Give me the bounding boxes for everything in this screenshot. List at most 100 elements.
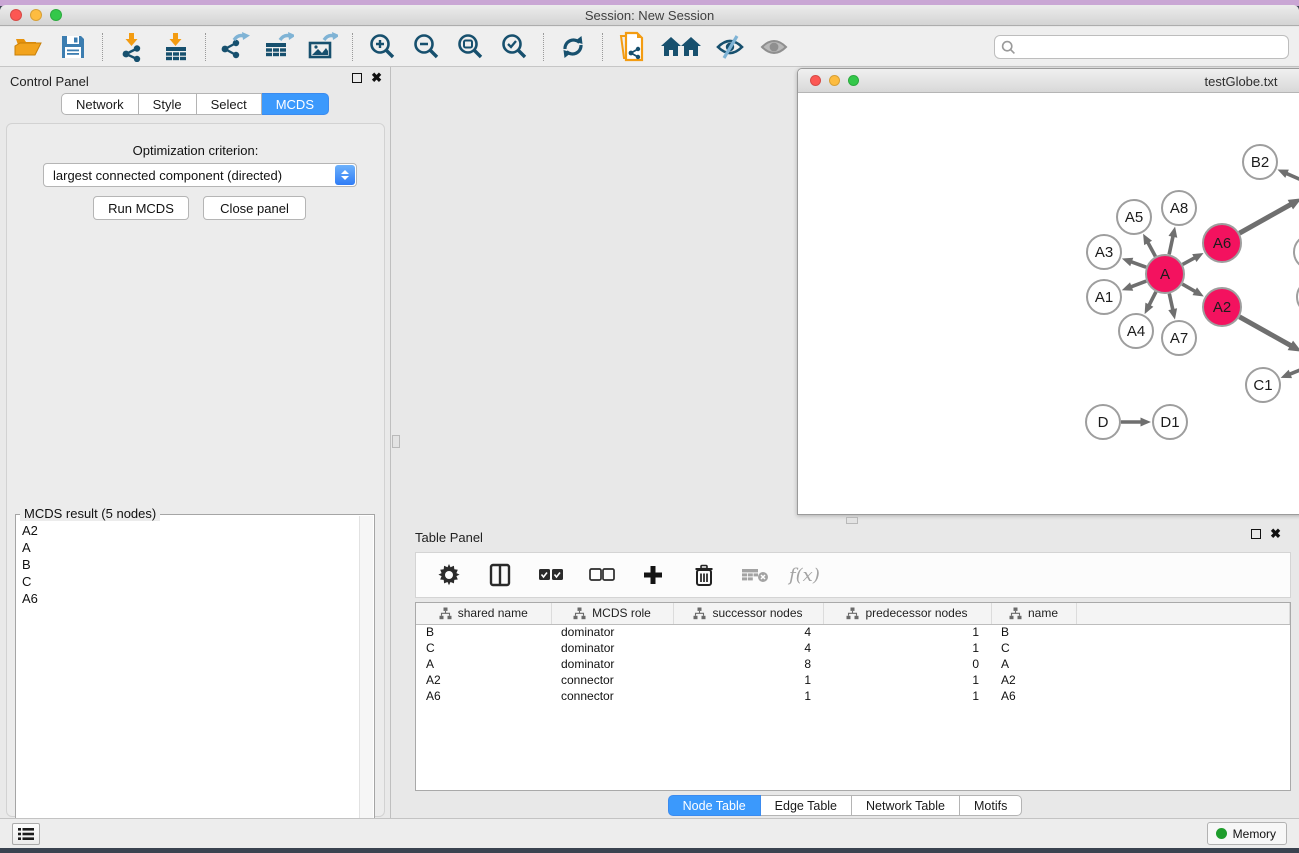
column-header[interactable]: successor nodes xyxy=(673,603,823,624)
graph-node-A2[interactable]: A2 xyxy=(1203,288,1241,326)
tab-network[interactable]: Network xyxy=(61,93,139,115)
table-row[interactable]: Cdominator41C xyxy=(416,640,1290,656)
import-table-button[interactable] xyxy=(159,31,193,63)
graph-edge[interactable] xyxy=(1182,284,1196,292)
graph-node-A5[interactable]: A5 xyxy=(1117,200,1151,234)
graph-edge[interactable] xyxy=(1130,261,1146,267)
zoom-selected-button[interactable] xyxy=(497,31,531,63)
export-image-button[interactable] xyxy=(306,31,340,63)
result-item[interactable]: A6 xyxy=(17,592,359,609)
import-network-icon xyxy=(118,32,146,62)
refresh-layout-button[interactable] xyxy=(556,31,590,63)
graph-node-A7[interactable]: A7 xyxy=(1162,321,1196,355)
result-item[interactable]: A xyxy=(17,541,359,558)
graph-edge[interactable] xyxy=(1285,173,1299,180)
network-graph-canvas[interactable]: B4B2BB3A8A5A6A3B1AA1C2A2A4A7C4CC1DD1C3 xyxy=(799,93,1299,514)
zoom-out-button[interactable] xyxy=(409,31,443,63)
column-header[interactable]: predecessor nodes xyxy=(823,603,991,624)
tab-network-table[interactable]: Network Table xyxy=(852,795,960,816)
result-scrollbar[interactable] xyxy=(359,516,373,848)
graph-edge[interactable] xyxy=(1169,235,1173,255)
tab-node-table[interactable]: Node Table xyxy=(668,795,761,816)
network-window-titlebar[interactable]: testGlobe.txt xyxy=(798,69,1299,93)
column-layout-button[interactable] xyxy=(483,559,517,591)
close-table-panel-icon[interactable]: ✖ xyxy=(1270,529,1281,539)
close-panel-button[interactable]: Close panel xyxy=(203,196,306,220)
optimization-criterion-select[interactable]: largest connected component (directed) xyxy=(43,163,357,187)
column-header[interactable]: shared name xyxy=(416,603,551,624)
gear-icon xyxy=(437,563,461,587)
zoom-fit-icon xyxy=(456,33,484,61)
table-row[interactable]: Adominator80A xyxy=(416,656,1290,672)
mcds-result-list[interactable]: A2ABCA6 xyxy=(17,516,359,848)
zoom-in-button[interactable] xyxy=(365,31,399,63)
result-item[interactable]: A2 xyxy=(17,524,359,541)
graph-node-D1[interactable]: D1 xyxy=(1153,405,1187,439)
result-item[interactable]: B xyxy=(17,558,359,575)
column-header[interactable]: MCDS role xyxy=(551,603,673,624)
tab-style[interactable]: Style xyxy=(139,93,197,115)
export-network-button[interactable] xyxy=(218,31,252,63)
delete-column-button[interactable] xyxy=(687,559,721,591)
search-input[interactable] xyxy=(994,35,1289,59)
eye-slash-icon xyxy=(715,34,745,60)
graph-edge[interactable] xyxy=(1147,241,1155,256)
delete-table-button[interactable] xyxy=(738,559,772,591)
select-all-rows-button[interactable] xyxy=(534,559,568,591)
float-table-panel-icon[interactable] xyxy=(1251,529,1261,539)
table-row[interactable]: Bdominator41B xyxy=(416,624,1290,640)
open-file-button[interactable] xyxy=(12,31,46,63)
float-panel-icon[interactable] xyxy=(352,73,362,83)
table-row[interactable]: A6connector11A6 xyxy=(416,688,1290,704)
graph-node-A3[interactable]: A3 xyxy=(1087,235,1121,269)
show-selected-button[interactable] xyxy=(757,31,791,63)
svg-text:B2: B2 xyxy=(1251,154,1269,171)
graph-node-A8[interactable]: A8 xyxy=(1162,191,1196,225)
new-session-from-network-button[interactable] xyxy=(615,31,649,63)
graph-edge[interactable] xyxy=(1130,281,1147,287)
export-table-button[interactable] xyxy=(262,31,296,63)
table-settings-button[interactable] xyxy=(432,559,466,591)
graph-edge[interactable] xyxy=(1169,294,1173,312)
graph-edge[interactable] xyxy=(1148,292,1155,307)
task-history-button[interactable] xyxy=(12,823,40,845)
add-column-button[interactable] xyxy=(636,559,670,591)
column-header[interactable]: name xyxy=(991,603,1076,624)
graph-edge[interactable] xyxy=(1183,257,1197,264)
svg-text:D1: D1 xyxy=(1160,414,1179,431)
graph-node-A4[interactable]: A4 xyxy=(1119,314,1153,348)
graph-node-A1[interactable]: A1 xyxy=(1087,280,1121,314)
tab-motifs[interactable]: Motifs xyxy=(960,795,1022,816)
zoom-in-icon xyxy=(368,33,396,61)
show-all-networks-button[interactable] xyxy=(659,31,703,63)
result-item[interactable]: C xyxy=(17,575,359,592)
graph-node-B2[interactable]: B2 xyxy=(1243,145,1277,179)
memory-button[interactable]: Memory xyxy=(1207,822,1287,845)
split-divider-handle[interactable] xyxy=(392,435,400,448)
hide-selected-button[interactable] xyxy=(713,31,747,63)
graph-node-A6[interactable]: A6 xyxy=(1203,224,1241,262)
tab-edge-table[interactable]: Edge Table xyxy=(761,795,852,816)
tab-select[interactable]: Select xyxy=(197,93,262,115)
import-network-button[interactable] xyxy=(115,31,149,63)
graph-node-A[interactable]: A xyxy=(1146,255,1184,293)
deselect-all-rows-button[interactable] xyxy=(585,559,619,591)
graph-edge[interactable] xyxy=(1239,317,1292,347)
plus-icon xyxy=(643,565,663,585)
graph-node-D[interactable]: D xyxy=(1086,405,1120,439)
graph-node-C1[interactable]: C1 xyxy=(1246,368,1280,402)
svg-text:A6: A6 xyxy=(1213,235,1231,252)
zoom-fit-button[interactable] xyxy=(453,31,487,63)
table-row[interactable]: A2connector11A2 xyxy=(416,672,1290,688)
svg-text:A4: A4 xyxy=(1127,323,1145,340)
tab-mcds[interactable]: MCDS xyxy=(262,93,329,115)
function-builder-button[interactable]: f(x) xyxy=(789,559,820,591)
table-panel: Table Panel ✖ xyxy=(391,523,1299,823)
close-panel-icon[interactable]: ✖ xyxy=(371,73,382,83)
svg-text:A8: A8 xyxy=(1170,200,1188,217)
window-titlebar: Session: New Session xyxy=(0,5,1299,26)
graph-node-B1[interactable]: B1 xyxy=(1294,235,1299,269)
save-session-button[interactable] xyxy=(56,31,90,63)
run-mcds-button[interactable]: Run MCDS xyxy=(93,196,189,220)
graph-edge[interactable] xyxy=(1239,204,1292,234)
